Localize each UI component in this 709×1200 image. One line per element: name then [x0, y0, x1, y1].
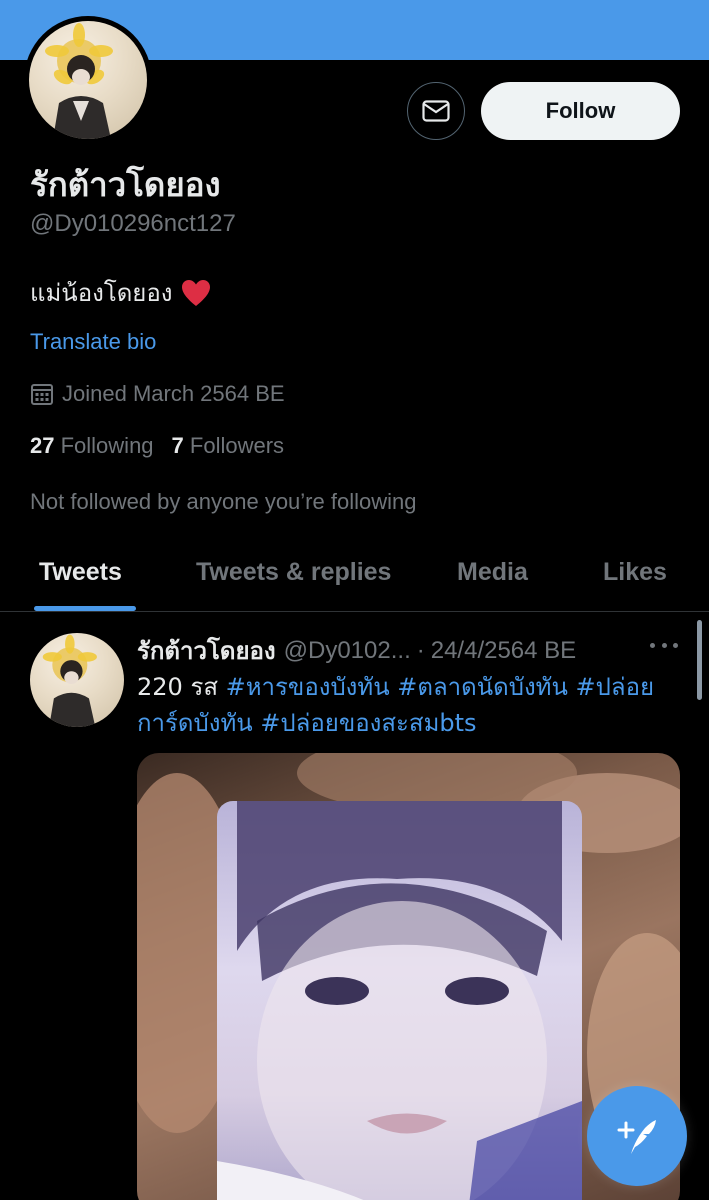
photocard — [217, 801, 582, 1200]
tweet-separator: · — [416, 636, 425, 664]
tab-media[interactable]: Media — [457, 558, 528, 587]
envelope-icon — [422, 100, 450, 122]
profile-bio: แม่น้องโดยอง — [30, 273, 211, 312]
followers-label: Followers — [189, 433, 285, 458]
not-followed-notice: Not followed by anyone you’re following — [30, 489, 417, 514]
profile-tabs: Tweets Tweets & replies Media Likes — [0, 540, 709, 612]
follow-stats: 27 Following 7 Followers — [30, 433, 284, 459]
tweet-header: รักต้าวโดยอง @Dy0102... · 24/4/2564 BE — [137, 631, 682, 670]
tab-tweets-replies[interactable]: Tweets & replies — [196, 558, 391, 587]
hashtag[interactable]: #ปล่อยของสะสมbts — [260, 709, 476, 737]
tweet-date[interactable]: 24/4/2564 BE — [431, 637, 576, 665]
active-tab-indicator — [34, 606, 136, 611]
red-heart-icon — [181, 279, 211, 307]
profile-display-name: รักต้าวโดยอง — [30, 165, 221, 204]
compose-feather-icon — [617, 1120, 656, 1154]
profile-avatar[interactable] — [24, 16, 152, 144]
tweet-avatar[interactable] — [30, 633, 124, 727]
profile-handle: @Dy010296nct127 — [30, 210, 236, 237]
tweet-text: 220 รส #หารของบังทัน #ตลาดนัดบังทัน #ปล่… — [137, 669, 697, 741]
translate-bio-link[interactable]: Translate bio — [30, 329, 156, 355]
compose-tweet-button[interactable] — [587, 1086, 687, 1186]
joined-date: Joined March 2564 BE — [30, 381, 285, 407]
tweet-author-handle[interactable]: @Dy0102... — [284, 637, 411, 665]
hashtag[interactable]: #หารของบังทัน — [226, 673, 390, 701]
followers-count: 7 — [171, 433, 184, 458]
follow-button[interactable]: Follow — [481, 82, 680, 140]
calendar-icon — [31, 384, 53, 405]
followers-link[interactable]: 7 Followers — [172, 433, 285, 459]
joined-text: Joined March 2564 BE — [62, 381, 285, 406]
tweet-author-name[interactable]: รักต้าวโดยอง — [137, 631, 276, 670]
following-count: 27 — [30, 433, 55, 458]
bio-text: แม่น้องโดยอง — [30, 279, 173, 307]
following-link[interactable]: 27 Following — [30, 433, 154, 459]
following-label: Following — [60, 433, 154, 458]
tab-tweets[interactable]: Tweets — [39, 558, 122, 587]
message-button[interactable] — [407, 82, 465, 140]
tweet-text-prefix: 220 รส — [137, 673, 226, 701]
tab-likes[interactable]: Likes — [603, 558, 667, 587]
hashtag[interactable]: #ตลาดนัดบังทัน — [397, 673, 568, 701]
scrollbar[interactable] — [697, 620, 702, 700]
avatar-photo — [29, 21, 147, 139]
more-options-icon[interactable] — [650, 635, 678, 655]
